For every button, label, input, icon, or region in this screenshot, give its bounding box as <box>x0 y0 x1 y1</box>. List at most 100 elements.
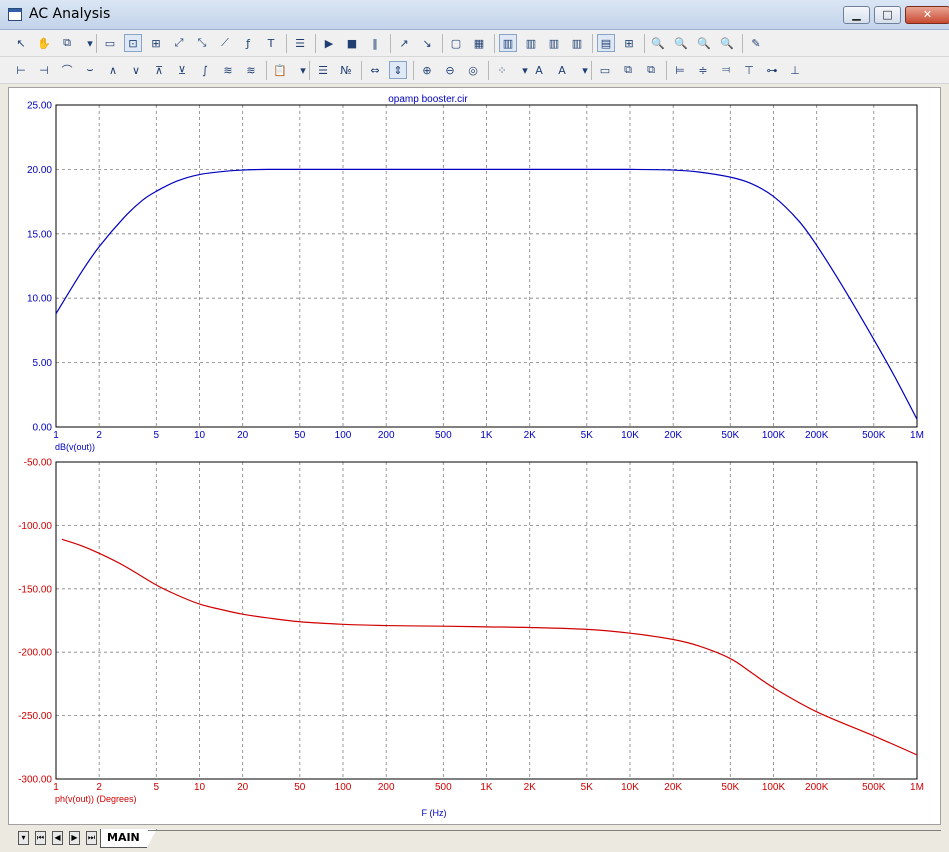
app-window-icon <box>8 8 22 21</box>
copy-icon[interactable]: ⧉ <box>58 34 76 52</box>
select-arrow-icon[interactable]: ↖ <box>12 34 30 52</box>
slope-icon[interactable]: ⟋ <box>216 34 234 52</box>
inflection-icon[interactable]: ∫ <box>196 61 214 79</box>
y-tick-label: -200.00 <box>18 648 52 659</box>
align-right-icon[interactable]: ⫤ <box>717 61 735 79</box>
magnitude-plot: 0.00 5.00 10.00 15.00 20.00 25.00 1 2 5 10 20 50 100… <box>27 101 924 453</box>
x-tick-label: 20 <box>237 430 249 441</box>
phase-plot: -300.00 -250.00 -200.00 -150.00 -100.00 -50.0… <box>18 458 924 805</box>
text-icon[interactable]: T <box>262 34 280 52</box>
close-button[interactable]: ✕ <box>905 6 949 24</box>
align-left-icon[interactable]: ⊨ <box>671 61 689 79</box>
zoom-y-icon[interactable]: 🔍 <box>672 34 690 52</box>
low-icon[interactable]: ⊻ <box>173 61 191 79</box>
x-tick-label: 2 <box>96 430 102 441</box>
tangent-icon[interactable]: ⤡ <box>193 34 211 52</box>
function-icon[interactable]: ƒ <box>239 34 257 52</box>
dots-icon[interactable]: ⁘ <box>493 61 511 79</box>
toolbar-separator <box>494 34 495 53</box>
toolbar-separator <box>591 61 592 80</box>
cursor-icon[interactable]: ⤢ <box>170 34 188 52</box>
edit-icon[interactable]: ✎ <box>747 34 765 52</box>
pause-icon[interactable]: ‖ <box>366 34 384 52</box>
x-axis-label: F (Hz) <box>422 808 447 818</box>
align-bottom-icon[interactable]: ⊥ <box>786 61 804 79</box>
global-low-icon[interactable]: ≋ <box>242 61 260 79</box>
x-tick-label: 50K <box>721 782 739 793</box>
toolbar-separator <box>644 34 645 53</box>
x-tick-label: 10K <box>621 782 639 793</box>
x-tick-label: 500K <box>862 430 886 441</box>
font-style-icon[interactable]: A <box>553 61 571 79</box>
frame-icon[interactable]: ▢ <box>447 34 465 52</box>
columns-1-icon[interactable]: ▥ <box>499 34 517 52</box>
last-tab-button[interactable]: ⏭ <box>86 831 97 845</box>
plot-window-icon[interactable]: ▭ <box>101 34 119 52</box>
peak-find-icon[interactable]: ∧ <box>104 61 122 79</box>
tab-main[interactable]: MAIN <box>100 829 157 848</box>
minimize-button[interactable]: ▁ <box>843 6 870 24</box>
x-tick-label: 20K <box>664 430 682 441</box>
zoom-100-icon[interactable]: ◎ <box>464 61 482 79</box>
rise-icon[interactable]: ⌒ <box>58 61 76 79</box>
toolbar-separator <box>266 61 267 80</box>
high-icon[interactable]: ⊼ <box>150 61 168 79</box>
x-tick-label: 200K <box>805 782 829 793</box>
tab-bar-line <box>148 830 941 831</box>
scale-icon[interactable]: ⊡ <box>124 34 142 52</box>
align-middle-icon[interactable]: ⊶ <box>763 61 781 79</box>
zoom-in-icon[interactable]: ⊕ <box>418 61 436 79</box>
align-top-icon[interactable]: ⊤ <box>740 61 758 79</box>
columns-3-icon[interactable]: ▥ <box>545 34 563 52</box>
cursor-left-icon[interactable]: ⊢ <box>12 61 30 79</box>
tile-icon[interactable]: ⊞ <box>620 34 638 52</box>
properties-icon[interactable]: ☰ <box>291 34 309 52</box>
pan-hand-icon[interactable]: ✋ <box>35 34 53 52</box>
cursor-right-icon[interactable]: ⊣ <box>35 61 53 79</box>
x-tick-label: 5K <box>581 430 594 441</box>
x-tick-label: 2 <box>96 782 102 793</box>
zoom-box-icon[interactable]: ⊞ <box>147 34 165 52</box>
send-back-icon[interactable]: ⧉ <box>642 61 660 79</box>
title-bar: AC Analysis ▁ □ ✕ <box>0 0 949 30</box>
zoom-fit-icon[interactable]: 🔍 <box>695 34 713 52</box>
maximize-button[interactable]: □ <box>874 6 901 24</box>
bring-front-icon[interactable]: ⧉ <box>619 61 637 79</box>
zoom-out-icon[interactable]: 🔍 <box>718 34 736 52</box>
next-tab-button[interactable]: ▶ <box>69 831 80 845</box>
plot-area[interactable]: 0.00 5.00 10.00 15.00 20.00 25.00 1 2 5 10 20 50 100… <box>8 87 941 825</box>
valley-icon[interactable]: ↘ <box>418 34 436 52</box>
rows-icon[interactable]: ▤ <box>597 34 615 52</box>
first-tab-button[interactable]: ⏮ <box>35 831 46 845</box>
valley-find-icon[interactable]: ∨ <box>127 61 145 79</box>
label-icon[interactable]: ▭ <box>596 61 614 79</box>
x-tick-label: 50 <box>294 430 306 441</box>
x-tick-label: 50 <box>294 782 306 793</box>
grid-icon[interactable]: ▦ <box>470 34 488 52</box>
zoom-out-icon[interactable]: ⊖ <box>441 61 459 79</box>
font-icon[interactable]: A <box>530 61 548 79</box>
x-tick-label: 1 <box>53 782 59 793</box>
fit-y-icon[interactable]: ⇕ <box>389 61 407 79</box>
run-icon[interactable]: ▶ <box>320 34 338 52</box>
y-tick-label: 0.00 <box>33 423 53 434</box>
tab-menu-button[interactable]: ▾ <box>18 831 29 845</box>
y-tick-label: -100.00 <box>18 521 52 532</box>
fit-x-icon[interactable]: ⇔ <box>366 61 384 79</box>
zoom-x-icon[interactable]: 🔍 <box>649 34 667 52</box>
peak-icon[interactable]: ↗ <box>395 34 413 52</box>
stop-icon[interactable]: ■ <box>343 34 361 52</box>
numeric-icon[interactable]: № <box>337 61 355 79</box>
main-toolbar: ↖ ✋ ⧉ ▾ ▭ ⊡ ⊞ ⤢ ⤡ ⟋ ƒ T ☰ ▶ ■ ‖ ↗ ↘ ▢ ▦ ▥ ▥ ▥ ▥ ▤ ⊞ 🔍 🔍 🔍 🔍 ✎ <box>0 30 949 57</box>
columns-2-icon[interactable]: ▥ <box>522 34 540 52</box>
prev-tab-button[interactable]: ◀ <box>52 831 63 845</box>
fall-icon[interactable]: ⌣ <box>81 61 99 79</box>
x-tick-label: 100 <box>335 782 352 793</box>
align-center-icon[interactable]: ≑ <box>694 61 712 79</box>
global-high-icon[interactable]: ≋ <box>219 61 237 79</box>
toolbar-separator <box>488 61 489 80</box>
columns-4-icon[interactable]: ▥ <box>568 34 586 52</box>
plot-canvas[interactable]: 0.00 5.00 10.00 15.00 20.00 25.00 1 2 5 10 20 50 100… <box>9 88 940 824</box>
paste-icon[interactable]: 📋 <box>271 61 289 79</box>
list-icon[interactable]: ☰ <box>314 61 332 79</box>
